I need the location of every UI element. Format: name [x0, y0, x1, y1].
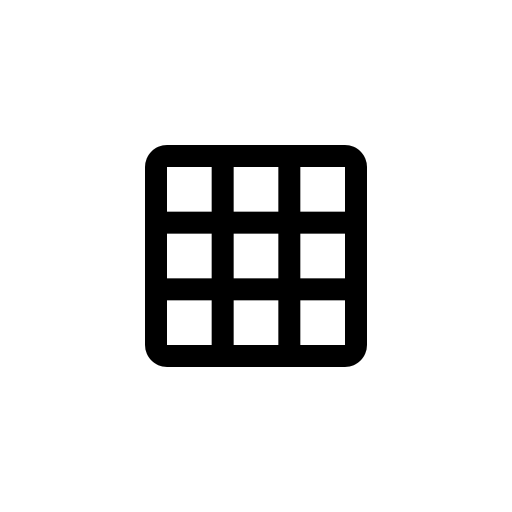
grid-cell: [300, 300, 345, 345]
grid-cell: [233, 233, 279, 279]
grid-cell: [233, 167, 279, 212]
grid-cell: [233, 300, 279, 345]
grid-cell: [167, 233, 212, 279]
grid-icon: [145, 145, 367, 367]
grid-cell: [300, 167, 345, 212]
grid-icon-cells: [167, 167, 345, 345]
grid-cell: [300, 233, 345, 279]
grid-cell: [167, 300, 212, 345]
grid-cell: [167, 167, 212, 212]
icon-canvas: [0, 0, 512, 512]
